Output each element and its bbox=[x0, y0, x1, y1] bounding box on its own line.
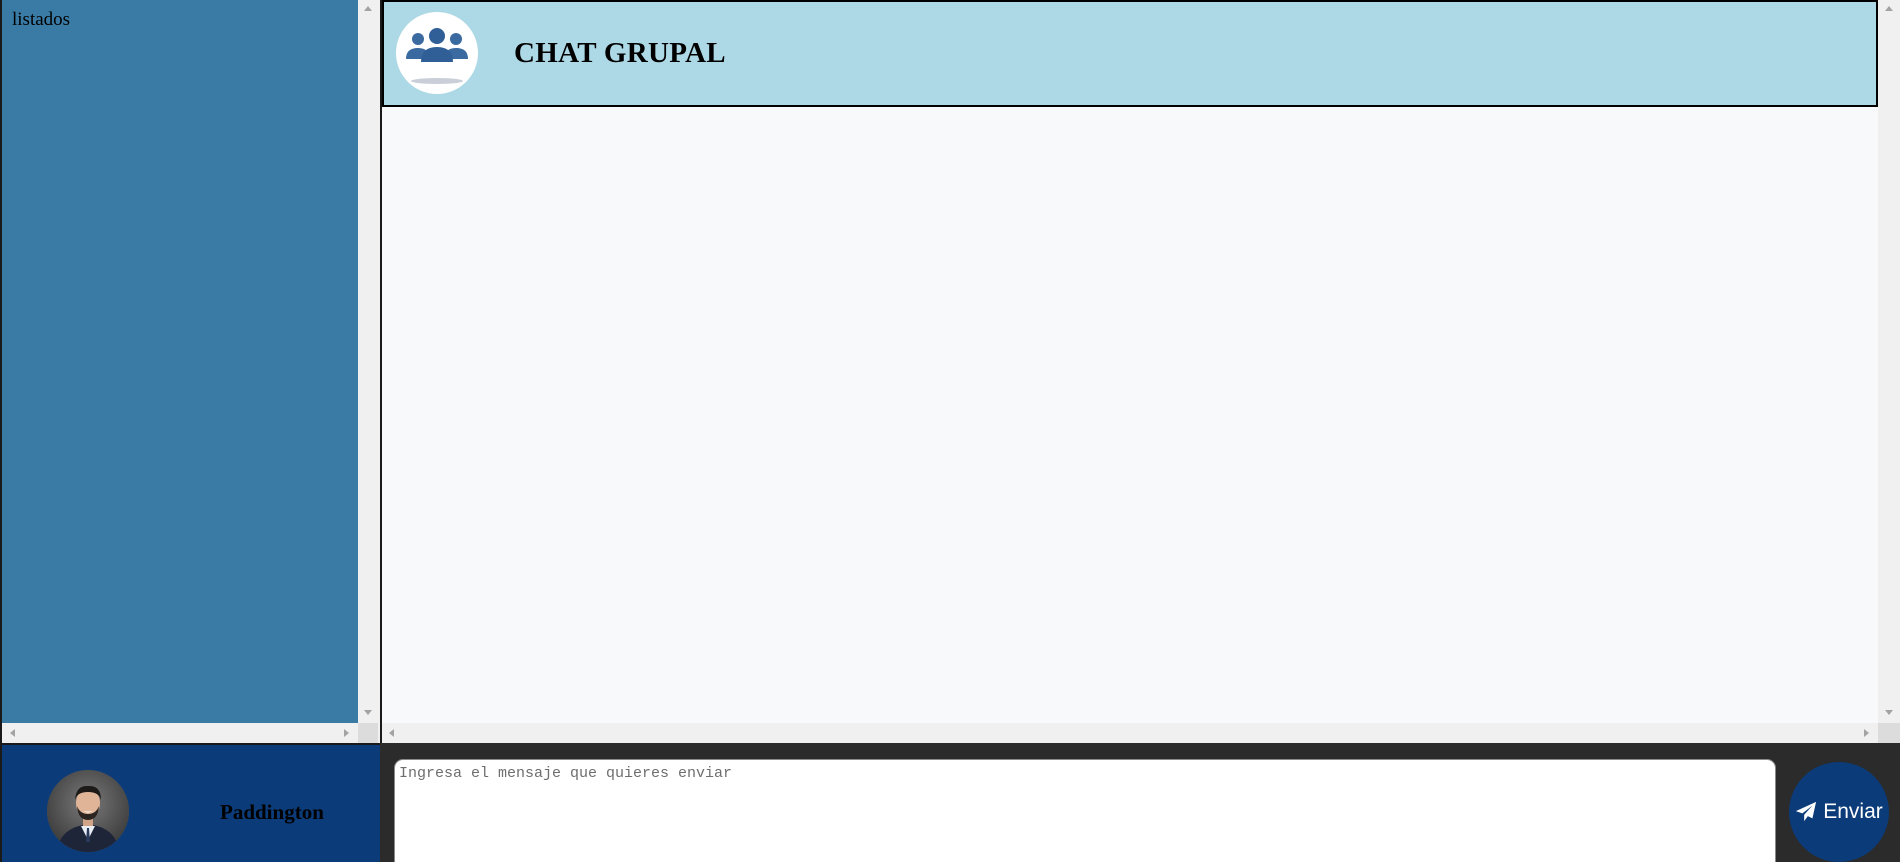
app-window: listados CHAT GRUPAL Paddington Ingresa … bbox=[0, 0, 1900, 862]
scrollbar-corner bbox=[1878, 723, 1900, 743]
chat-horizontal-scrollbar[interactable] bbox=[382, 723, 1878, 743]
scroll-right-arrow-icon[interactable] bbox=[344, 729, 349, 737]
composer-bar: Enviar bbox=[380, 743, 1900, 862]
sidebar-list-panel: listados bbox=[2, 0, 358, 723]
users-group-icon bbox=[396, 12, 478, 94]
sidebar-vertical-scrollbar[interactable] bbox=[358, 0, 378, 723]
sidebar: listados bbox=[0, 0, 380, 743]
paper-plane-icon bbox=[1795, 801, 1817, 823]
chat-header: CHAT GRUPAL bbox=[382, 0, 1878, 107]
chat-messages-area: CHAT GRUPAL bbox=[382, 0, 1878, 723]
send-button[interactable]: Enviar bbox=[1789, 762, 1889, 862]
scrollbar-corner bbox=[358, 723, 378, 743]
scroll-right-arrow-icon[interactable] bbox=[1864, 729, 1869, 737]
message-input[interactable] bbox=[394, 759, 1776, 862]
user-name: Paddington bbox=[220, 800, 324, 824]
sidebar-list-label: listados bbox=[12, 9, 71, 30]
sidebar-horizontal-scrollbar[interactable] bbox=[2, 723, 358, 743]
scroll-up-arrow-icon[interactable] bbox=[364, 6, 372, 11]
chat-title: CHAT GRUPAL bbox=[514, 37, 726, 69]
user-avatar[interactable] bbox=[47, 770, 129, 852]
scroll-down-arrow-icon[interactable] bbox=[1885, 710, 1893, 715]
scroll-down-arrow-icon[interactable] bbox=[364, 710, 372, 715]
send-button-label: Enviar bbox=[1823, 800, 1883, 823]
chat-vertical-scrollbar[interactable] bbox=[1878, 0, 1900, 723]
chat-panel: CHAT GRUPAL bbox=[380, 0, 1900, 743]
profile-bar: Paddington bbox=[0, 743, 380, 862]
scroll-up-arrow-icon[interactable] bbox=[1885, 6, 1893, 11]
scroll-left-arrow-icon[interactable] bbox=[389, 729, 394, 737]
scroll-left-arrow-icon[interactable] bbox=[10, 729, 15, 737]
